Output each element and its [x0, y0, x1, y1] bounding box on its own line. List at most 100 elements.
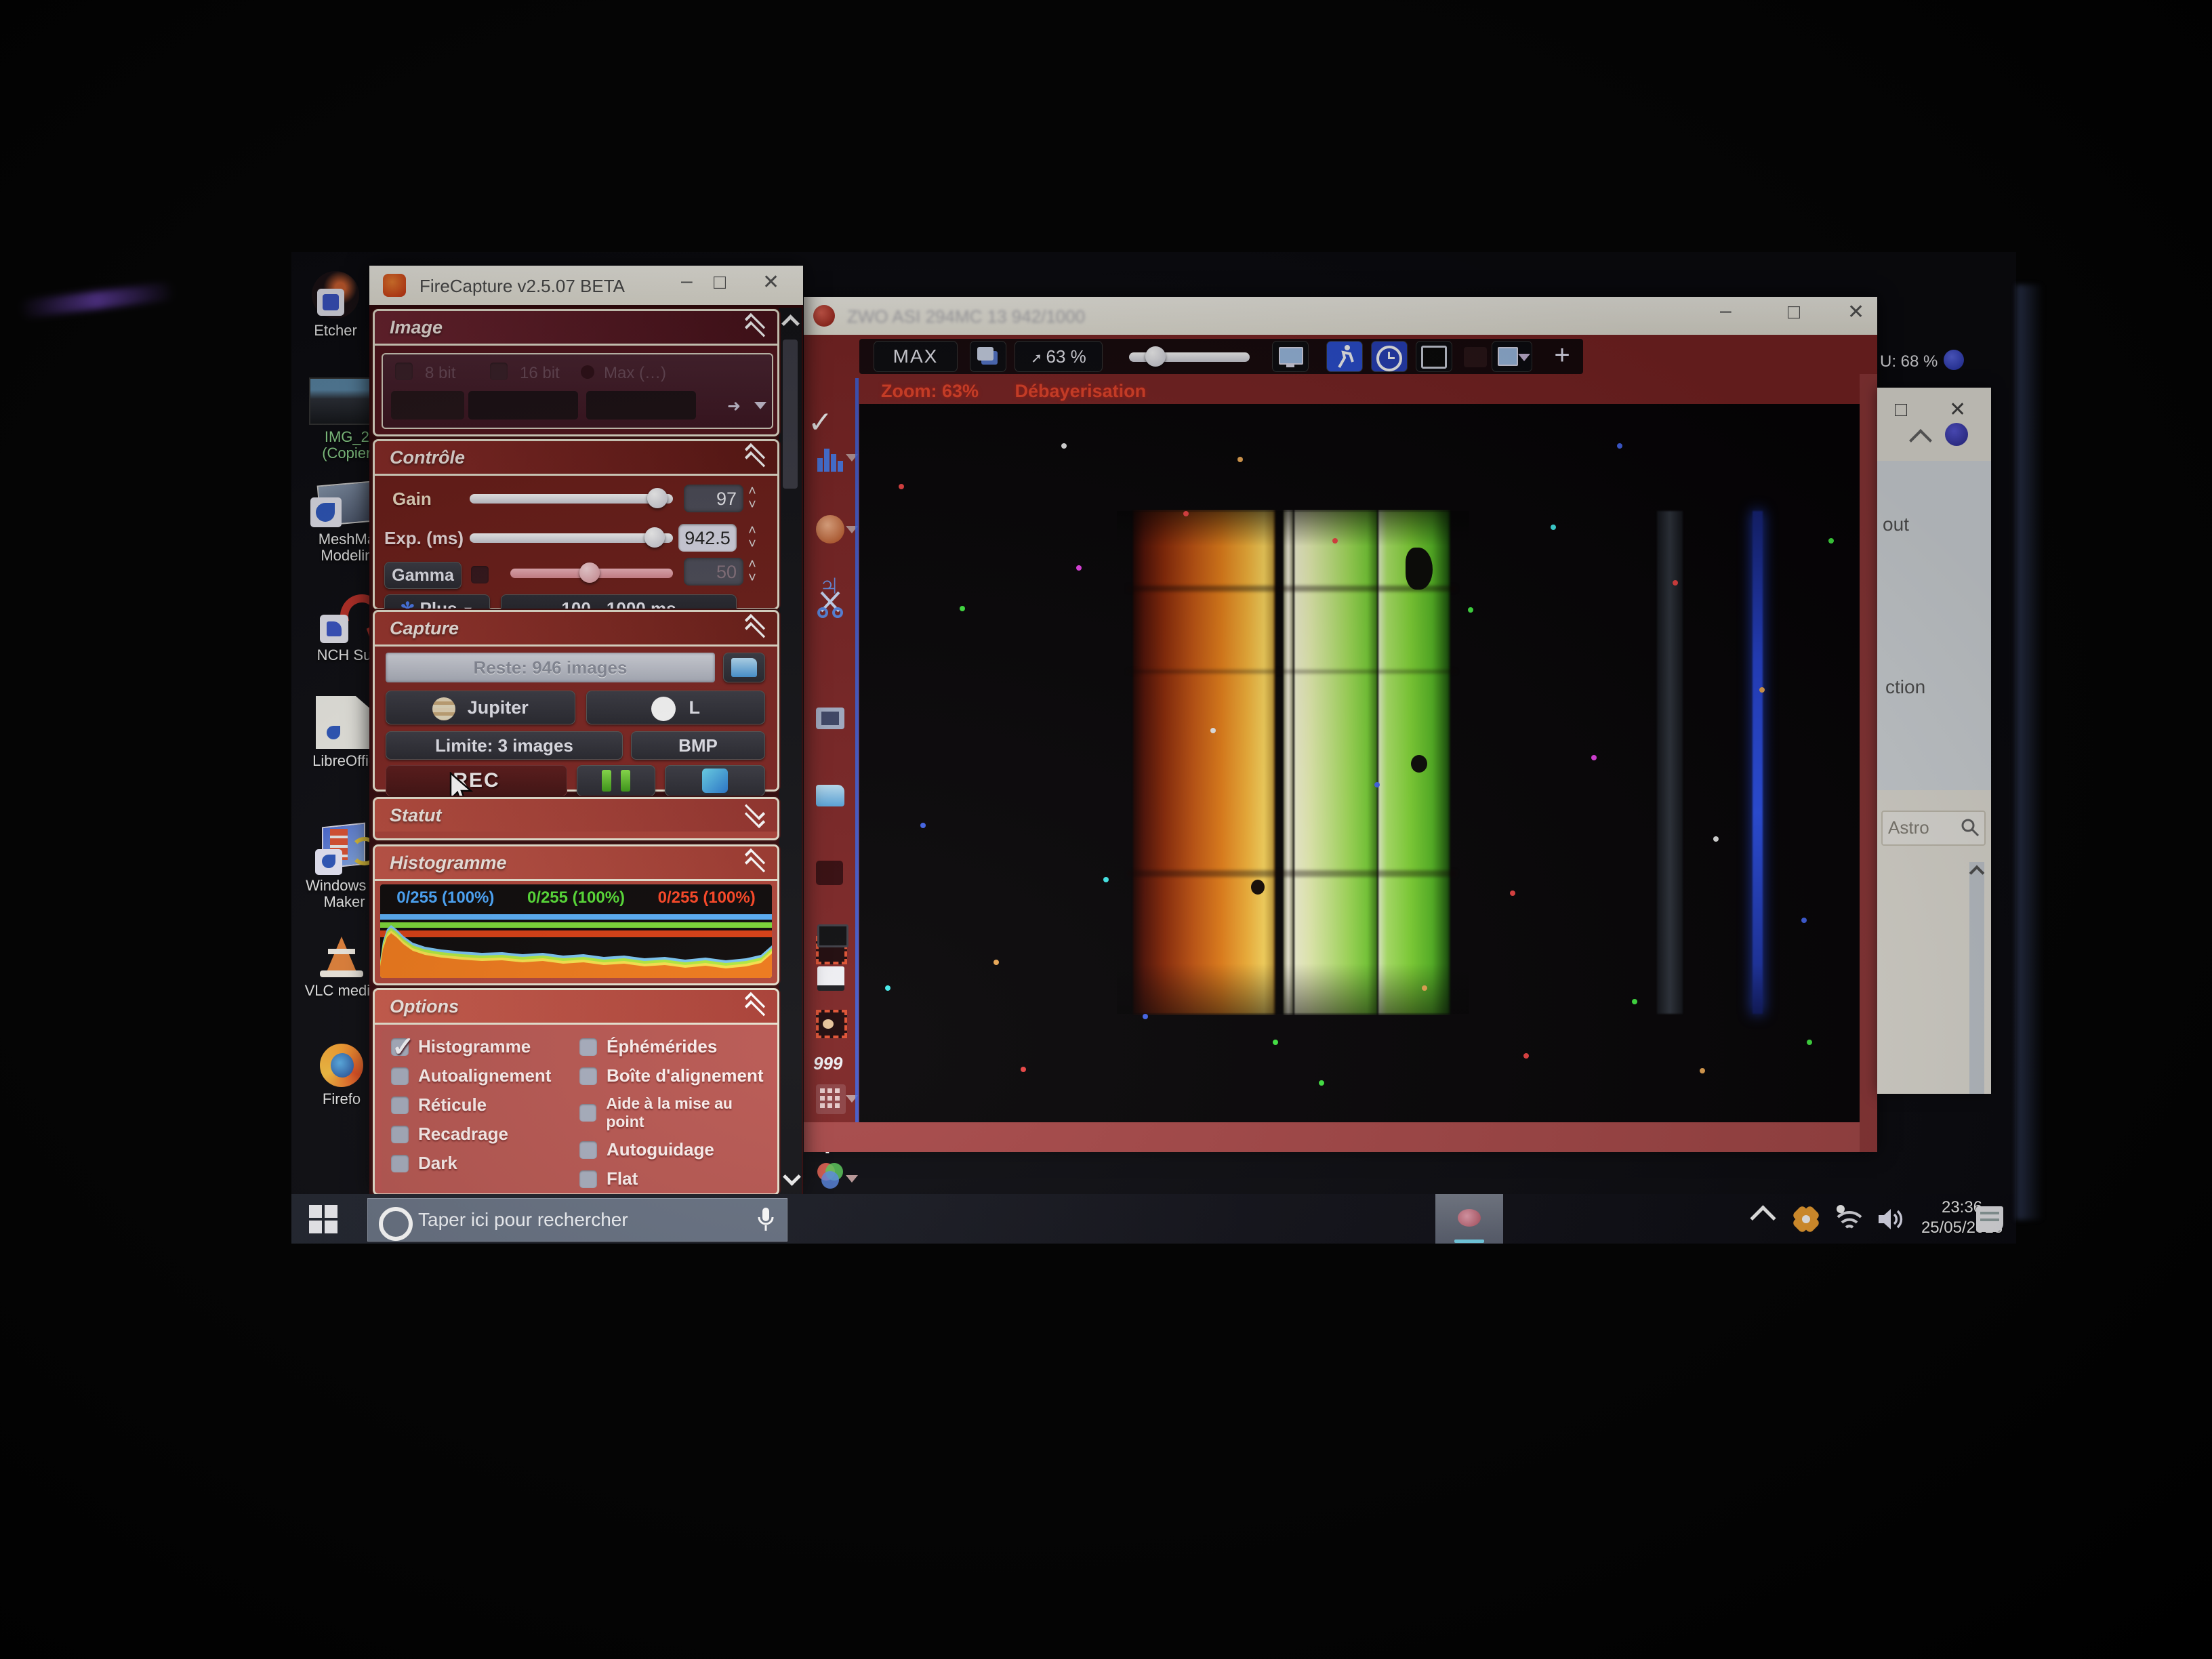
chevron-up-icon[interactable] — [1969, 865, 1985, 881]
minimize-button[interactable]: – — [681, 271, 693, 291]
checkbox[interactable] — [391, 1155, 409, 1172]
side-scrollbar[interactable] — [1969, 862, 1984, 1094]
roi-button[interactable] — [468, 391, 578, 419]
capture-folder-icon[interactable] — [816, 708, 846, 737]
dark-stamp-icon[interactable] — [816, 861, 846, 890]
collapse-icon[interactable] — [745, 617, 765, 638]
side-close-button[interactable]: ✕ — [1949, 400, 1966, 420]
format-button[interactable]: BMP — [631, 731, 765, 760]
checkbox[interactable] — [579, 1170, 597, 1188]
volume-tray-icon[interactable] — [1876, 1206, 1907, 1232]
max-radio[interactable] — [581, 365, 594, 379]
rgb-balance-icon[interactable] — [816, 1160, 846, 1190]
histogram-tool-icon[interactable] — [816, 443, 846, 473]
checkbox[interactable] — [391, 1097, 409, 1114]
active-window-tile[interactable] — [1435, 1194, 1503, 1244]
panel-controle-header[interactable]: Contrôle — [375, 441, 777, 476]
crop-frame-dot-icon[interactable] — [816, 1010, 846, 1040]
option-flat[interactable]: Flat — [579, 1168, 771, 1189]
close-button[interactable]: ✕ — [1847, 302, 1864, 323]
preview-titlebar[interactable]: ZWO ASI 294MC 13 942/1000 – □ ✕ — [804, 297, 1877, 335]
checkbox[interactable] — [579, 1067, 597, 1085]
gamma-checkbox[interactable] — [471, 566, 489, 583]
roi-button[interactable] — [391, 391, 464, 419]
monitor-button[interactable] — [1273, 342, 1308, 371]
gamma-stepper[interactable]: ˄˅ — [742, 558, 762, 585]
option-autoalignement[interactable]: Autoalignement — [391, 1065, 551, 1086]
gamma-chip[interactable]: Gamma — [384, 562, 462, 589]
option-aide-mise-au-point[interactable]: Aide à la mise au point — [579, 1094, 771, 1131]
collapse-icon[interactable] — [745, 852, 765, 872]
limit-button[interactable]: Limite: 3 images — [386, 731, 623, 760]
start-button[interactable] — [309, 1205, 339, 1235]
filter-button[interactable]: L — [586, 691, 765, 724]
firecapture-titlebar[interactable]: FireCapture v2.5.07 BETA – □ ✕ — [369, 266, 803, 305]
pause-button[interactable] — [577, 765, 655, 796]
window-select-button[interactable] — [1492, 342, 1532, 371]
exp-value-field[interactable]: 942.5 — [678, 524, 737, 552]
history-button[interactable] — [1372, 342, 1407, 371]
live-run-button[interactable] — [1327, 342, 1362, 371]
flat-frame-icon[interactable] — [817, 966, 844, 991]
counter-999-icon[interactable]: 999 — [813, 1053, 842, 1074]
maximize-button[interactable]: □ — [1788, 302, 1800, 323]
option-reticule[interactable]: Réticule — [391, 1094, 551, 1115]
checkbox[interactable] — [391, 1126, 409, 1143]
panel-capture-header[interactable]: Capture — [375, 612, 777, 647]
scrollbar-thumb[interactable] — [783, 340, 798, 489]
account-avatar[interactable] — [1945, 423, 1968, 446]
roi-button[interactable] — [586, 391, 696, 419]
panel-image-header[interactable]: Image — [375, 311, 777, 346]
panel-scrollbar[interactable] — [779, 308, 802, 1194]
exp-slider-thumb[interactable] — [644, 527, 665, 548]
option-ephemerides[interactable]: Éphémérides — [579, 1036, 771, 1057]
add-button[interactable]: + — [1548, 340, 1576, 370]
dark-frame-icon[interactable] — [817, 924, 848, 947]
exp-slider[interactable] — [470, 533, 673, 543]
bit16-checkbox[interactable] — [490, 363, 508, 380]
gain-slider[interactable] — [470, 494, 673, 504]
tray-chevron-up-icon[interactable] — [1750, 1205, 1776, 1231]
side-search-box[interactable]: Astro — [1881, 811, 1986, 846]
option-histogramme[interactable]: Histogramme — [391, 1036, 551, 1057]
wifi-tray-icon[interactable] — [1834, 1205, 1865, 1233]
scroll-up-icon[interactable] — [781, 314, 800, 333]
collapse-icon[interactable] — [745, 447, 765, 467]
panel-statut-header[interactable]: Statut — [375, 799, 777, 832]
check-icon[interactable]: ✓ — [808, 405, 833, 440]
gamma-slider-thumb[interactable] — [579, 562, 600, 583]
preview-color-button[interactable] — [665, 765, 765, 796]
action-center-icon[interactable] — [1976, 1206, 2003, 1232]
spectrum-canvas[interactable] — [859, 404, 1860, 1124]
jupiter-symbol-icon[interactable]: ♃ — [817, 567, 841, 603]
option-boite-alignement[interactable]: Boîte d'alignement — [579, 1065, 771, 1086]
side-maximize-button[interactable]: □ — [1895, 400, 1907, 420]
blue-folder-icon[interactable] — [816, 785, 846, 815]
minimize-button[interactable]: – — [1720, 301, 1732, 321]
zoom-slider-thumb[interactable] — [1145, 346, 1166, 367]
exp-stepper[interactable]: ˄˅ — [742, 524, 762, 551]
gamma-slider[interactable] — [510, 569, 673, 578]
gain-stepper[interactable]: ˄˅ — [742, 485, 762, 512]
snapshot-icon-button[interactable] — [970, 342, 1006, 371]
zoom-slider[interactable] — [1129, 352, 1250, 362]
checkbox[interactable] — [579, 1141, 597, 1159]
rec-button[interactable]: REC — [386, 765, 567, 796]
panel-histogramme-header[interactable]: Histogramme — [375, 846, 777, 881]
fullscreen-button[interactable] — [1416, 342, 1452, 371]
maximize-button[interactable]: □ — [714, 272, 726, 293]
planet-tool-icon[interactable] — [816, 515, 846, 545]
apply-arrow-icon[interactable]: ➜ — [727, 396, 741, 416]
scroll-down-icon[interactable] — [783, 1168, 801, 1186]
target-button[interactable]: Jupiter — [386, 691, 575, 724]
option-recadrage[interactable]: Recadrage — [391, 1124, 551, 1145]
checkbox[interactable] — [579, 1038, 597, 1056]
gain-slider-thumb[interactable] — [647, 488, 668, 508]
avast-tray-icon[interactable] — [1793, 1206, 1819, 1232]
capture-folder-button[interactable] — [723, 653, 765, 682]
bit8-checkbox[interactable] — [395, 363, 413, 380]
taskbar-search[interactable]: Taper ici pour rechercher — [367, 1198, 787, 1242]
collapse-icon[interactable] — [745, 996, 765, 1016]
option-dark[interactable]: Dark — [391, 1153, 551, 1174]
chevron-up-icon[interactable] — [1909, 429, 1932, 452]
